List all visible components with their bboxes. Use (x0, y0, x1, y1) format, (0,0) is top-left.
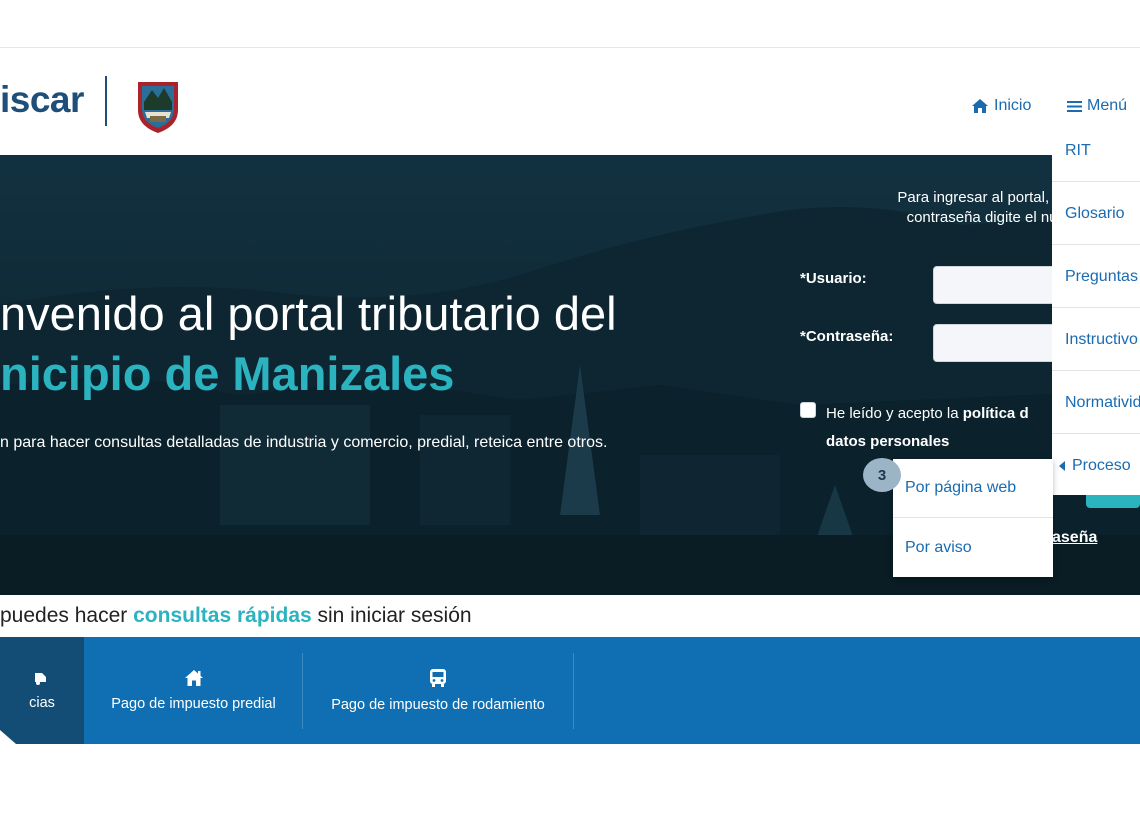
menu-item-label: Proceso (1072, 457, 1131, 474)
dropdown-menu: RIT Glosario Preguntas Instructivo Norma… (1052, 120, 1140, 495)
menu-item-glosario[interactable]: Glosario (1052, 183, 1140, 245)
login-intro: Para ingresar al portal, en contraseña d… (840, 188, 1070, 228)
quick-heading: puedes hacer consultas rápidas sin inici… (0, 604, 472, 628)
menu-item-proceso[interactable]: Proceso (1052, 435, 1140, 497)
quick-item-label: cias (29, 695, 55, 711)
coat-of-arms-icon (138, 82, 178, 133)
quick-separator (573, 653, 574, 729)
policy-link[interactable]: política d (963, 405, 1029, 422)
policy-link-line2[interactable]: datos personales (826, 433, 949, 450)
caret-left-icon (1059, 461, 1065, 471)
policy-text: He leído y acepto la política d datos pe… (826, 400, 1066, 456)
home-icon (972, 99, 988, 113)
menu-item-label: Normativid (1065, 393, 1140, 411)
menu-item-label: Glosario (1065, 204, 1125, 222)
login-intro-line2: contraseña digite el núm (906, 209, 1070, 226)
policy-prefix: He leído y acepto la (826, 405, 963, 422)
quick-heading-suffix: sin iniciar sesión (311, 604, 472, 627)
menu-item-preguntas[interactable]: Preguntas (1052, 246, 1140, 308)
top-divider (0, 47, 1140, 48)
quick-heading-accent: consultas rápidas (133, 604, 312, 627)
login-intro-line1: Para ingresar al portal, en (897, 189, 1070, 206)
submenu-item-label: Por página web (905, 479, 1017, 496)
quick-item-vehicles[interactable]: cias (0, 637, 84, 744)
submenu-item-web[interactable]: Por página web (893, 459, 1053, 518)
password-label: *Contraseña: (800, 328, 894, 345)
policy-checkbox[interactable] (800, 402, 816, 418)
hero-title-line1: nvenido al portal tributario del (0, 287, 617, 340)
logo-text[interactable]: iscar (0, 78, 84, 122)
recover-password-link[interactable]: aseña (1052, 529, 1097, 547)
menu-item-rit[interactable]: RIT (1052, 120, 1140, 182)
menu-item-label: Preguntas (1065, 267, 1138, 285)
quick-item-rodamiento[interactable]: Pago de impuesto de rodamiento (303, 637, 573, 744)
car-icon (35, 673, 46, 685)
step-badge: 3 (863, 458, 901, 492)
submenu-item-label: Por aviso (905, 538, 972, 556)
quick-heading-prefix: puedes hacer (0, 604, 134, 627)
hero-subtitle: n para hacer consultas detalladas de ind… (0, 434, 608, 451)
active-pointer (0, 730, 16, 744)
submenu-item-aviso[interactable]: Por aviso (893, 518, 1053, 577)
menu-item-label: RIT (1065, 141, 1091, 159)
bus-icon (430, 669, 446, 687)
nav-home-link[interactable]: Inicio (971, 95, 1031, 117)
quick-item-predial[interactable]: Pago de impuesto predial (85, 637, 302, 744)
nav-menu-label: Menú (1087, 97, 1128, 114)
menu-item-label: Instructivo (1065, 330, 1138, 348)
hamburger-icon (1067, 100, 1082, 112)
nav-menu-button[interactable]: Menú (1067, 95, 1127, 117)
nav-home-label: Inicio (994, 97, 1032, 114)
menu-item-normatividad[interactable]: Normativid (1052, 372, 1140, 434)
submenu-proceso: Por página web Por aviso (893, 459, 1053, 577)
home-icon (184, 670, 203, 686)
logo-divider (105, 76, 107, 126)
quick-queries-bar: cias Pago de impuesto predial Pago de im… (0, 637, 1140, 744)
quick-item-label: Pago de impuesto de rodamiento (331, 697, 545, 713)
user-label: *Usuario: (800, 270, 867, 287)
menu-item-instructivo[interactable]: Instructivo (1052, 309, 1140, 371)
hero-title-line2: nicipio de Manizales (0, 347, 455, 400)
quick-item-label: Pago de impuesto predial (111, 696, 276, 712)
